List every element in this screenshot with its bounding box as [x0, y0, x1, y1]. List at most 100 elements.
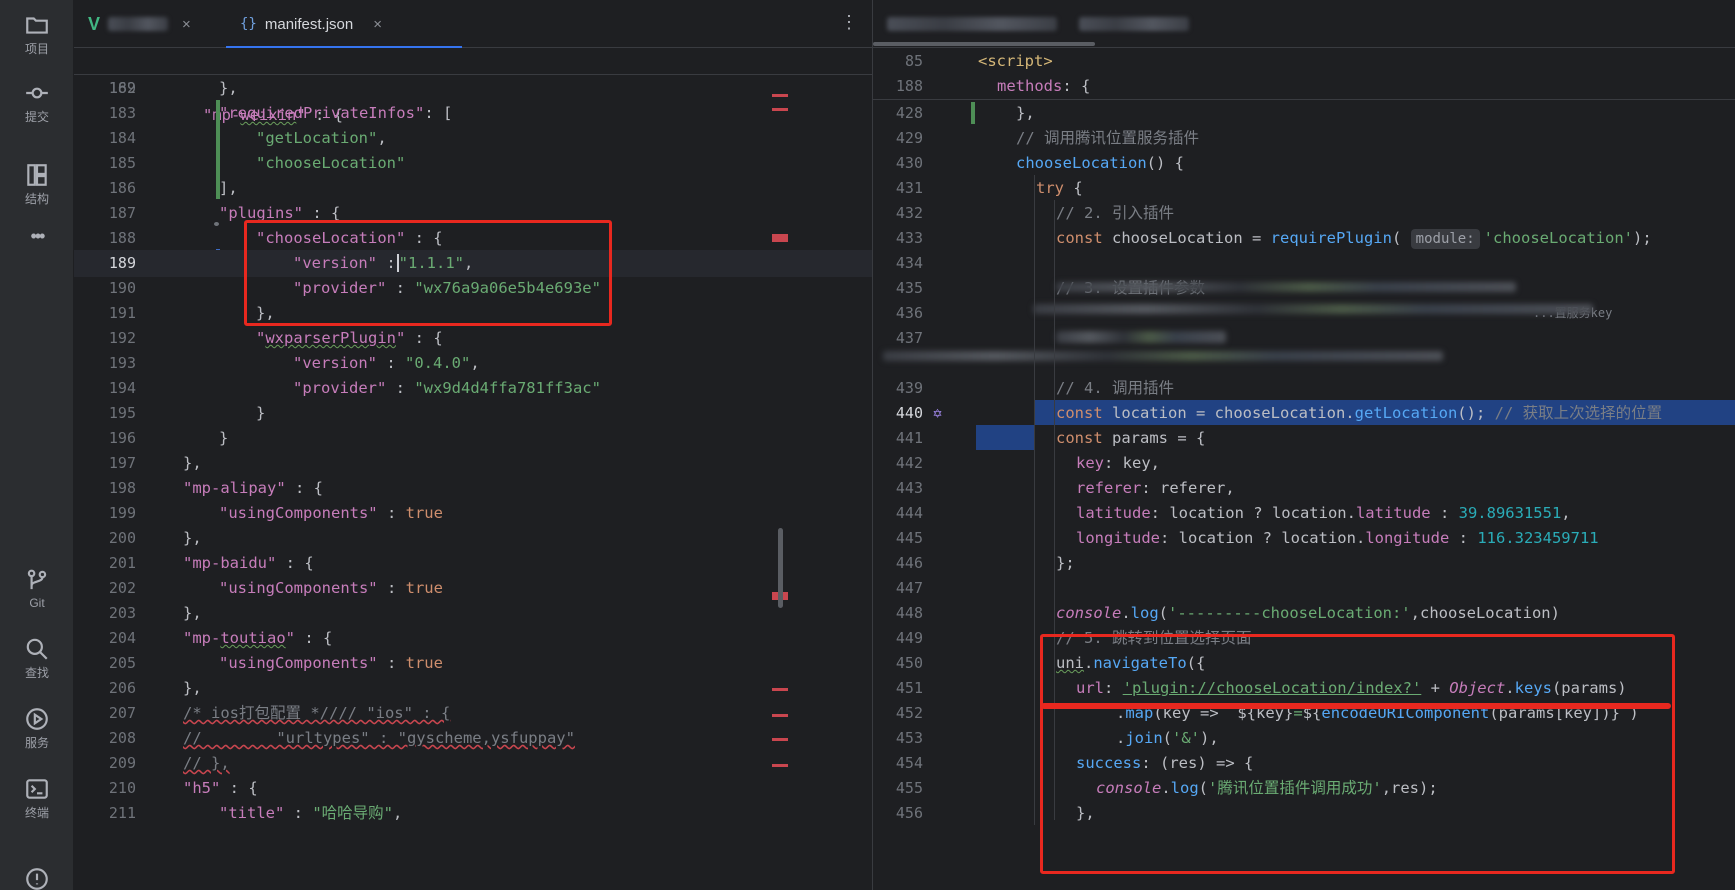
code-line: try {	[1036, 179, 1083, 197]
line-number: 429	[895, 129, 923, 147]
blurred-tab-title	[108, 17, 169, 31]
code-row: 198 "mp-alipay" : {	[74, 475, 872, 502]
code-line: "wxparserPlugin" : {	[256, 329, 443, 347]
code-row: 186],	[74, 175, 872, 202]
terminal-tool-button[interactable]: 终端	[0, 776, 74, 821]
code-row: 207 /* ios打包配置 *//// "ios" : {	[74, 700, 872, 727]
close-icon[interactable]: ×	[373, 16, 382, 33]
code-row: 447	[873, 575, 1735, 602]
line-number: 455	[895, 779, 923, 797]
indent-guide	[1034, 175, 1035, 825]
code-line: // 2. 引入插件	[1056, 204, 1174, 222]
commit-tool-button[interactable]: 提交	[0, 80, 74, 125]
left-code-area[interactable]: 169 "mp-weixin" : { 182}, 183 "requiredPr…	[74, 48, 872, 890]
sticky-line: 85 <script>	[873, 48, 1735, 75]
terminal-label: 终端	[24, 806, 49, 820]
code-line: // "urltypes" : "gyscheme,ysfuppay"	[183, 729, 575, 747]
code-row: 192 "wxparserPlugin" : {	[74, 325, 872, 352]
error-stripe	[772, 714, 788, 717]
line-number: 85	[904, 52, 923, 70]
close-icon[interactable]: ×	[182, 16, 191, 33]
code-row: 196}	[74, 425, 872, 452]
line-number: 439	[895, 379, 923, 397]
code-line: },	[183, 679, 202, 697]
blurred-file-tab[interactable]	[887, 0, 1189, 48]
line-number: 210	[108, 779, 136, 797]
line-number: 431	[895, 179, 923, 197]
code-line: const chooseLocation = requirePlugin( mo…	[1056, 229, 1652, 249]
line-number: 435	[895, 279, 923, 297]
find-label: 查找	[24, 666, 49, 680]
code-row: 195}	[74, 400, 872, 427]
tab-options-icon[interactable]: ⋮	[840, 12, 858, 33]
code-row: 431 try {	[873, 175, 1735, 202]
line-number: 450	[895, 654, 923, 672]
find-tool-button[interactable]: 查找	[0, 636, 74, 681]
problems-tool-button[interactable]	[0, 866, 74, 890]
code-line: }	[256, 404, 266, 422]
code-row: 428},	[873, 100, 1735, 127]
code-line: "getLocation",	[256, 129, 387, 147]
line-number: 191	[108, 304, 136, 322]
code-row: 433 const chooseLocation = requirePlugin(…	[873, 225, 1735, 252]
code-line: latitude: location ? location.latitude :…	[1076, 504, 1571, 522]
manifest-json-tab[interactable]: {} manifest.json ×	[226, 0, 462, 49]
line-number: 451	[895, 679, 923, 697]
line-number: 452	[895, 704, 923, 722]
blurred-tab-title	[887, 17, 1057, 31]
code-line: "version" : "0.4.0",	[293, 354, 480, 372]
terminal-icon	[24, 776, 50, 802]
vue-file-tab[interactable]: V ×	[88, 0, 191, 48]
git-branch-icon	[24, 568, 50, 594]
ai-assistant-icon[interactable]: ✡	[933, 400, 942, 427]
more-tools-button[interactable]: •••	[0, 226, 74, 247]
line-number: 189	[108, 254, 136, 272]
code-line: methods: {	[997, 77, 1091, 95]
code-row: 201 "mp-baidu" : {	[74, 550, 872, 577]
code-line: },	[183, 529, 202, 547]
code-row: 194 "provider" : "wx9d4d4ffa781ff3ac"	[74, 375, 872, 402]
search-icon	[24, 636, 50, 662]
line-number: 205	[108, 654, 136, 672]
right-editor-pane: ! 2 ▲ 17 ▲ 36 85<script> 188methods: { 4…	[873, 0, 1735, 890]
error-stripe	[772, 234, 788, 242]
code-line: // },	[183, 754, 230, 772]
code-line: },	[1016, 104, 1035, 122]
line-number: 188	[108, 229, 136, 247]
vertical-scrollbar-thumb[interactable]	[778, 528, 783, 608]
line-number: 448	[895, 604, 923, 622]
line-number: 198	[108, 479, 136, 497]
code-row: 184 "getLocation",	[74, 125, 872, 152]
code-line: "mp-baidu" : {	[183, 554, 314, 572]
line-number: 203	[108, 604, 136, 622]
parameter-hint: module:	[1410, 229, 1480, 249]
line-number: 196	[108, 429, 136, 447]
line-number: 184	[108, 129, 136, 147]
git-tool-button[interactable]: Git	[0, 568, 74, 610]
code-line: ],	[219, 179, 238, 197]
code-row: 442 key: key,	[873, 450, 1735, 477]
json-icon: {}	[240, 16, 257, 32]
line-number: 195	[108, 404, 136, 422]
line-number: 442	[895, 454, 923, 472]
project-tool-button[interactable]: 项目	[0, 12, 74, 57]
line-number: 186	[108, 179, 136, 197]
line-number: 202	[108, 579, 136, 597]
code-row: 437	[873, 325, 1735, 352]
tab-scrollbar[interactable]	[873, 42, 1095, 46]
code-row: 202 "usingComponents" : true	[74, 575, 872, 602]
services-tool-button[interactable]: 服务	[0, 706, 74, 751]
line-number: 207	[108, 704, 136, 722]
code-row: 209 // },	[74, 750, 872, 777]
code-line: console.log('---------chooseLocation:',c…	[1056, 604, 1560, 622]
left-editor-pane: V × {} manifest.json × ⋮ ! 41 ✔ 73 ⌃ ⌄ 1…	[74, 0, 872, 890]
left-tab-bar: V × {} manifest.json × ⋮	[74, 0, 872, 49]
problems-icon	[24, 866, 50, 890]
structure-tool-button[interactable]: 结构	[0, 162, 74, 207]
line-number: 430	[895, 154, 923, 172]
structure-label: 结构	[24, 192, 49, 206]
line-number: 206	[108, 679, 136, 697]
code-row: 448 console.log('---------chooseLocation:…	[873, 600, 1735, 627]
code-row: 446};	[873, 550, 1735, 577]
folder-icon	[24, 12, 50, 38]
